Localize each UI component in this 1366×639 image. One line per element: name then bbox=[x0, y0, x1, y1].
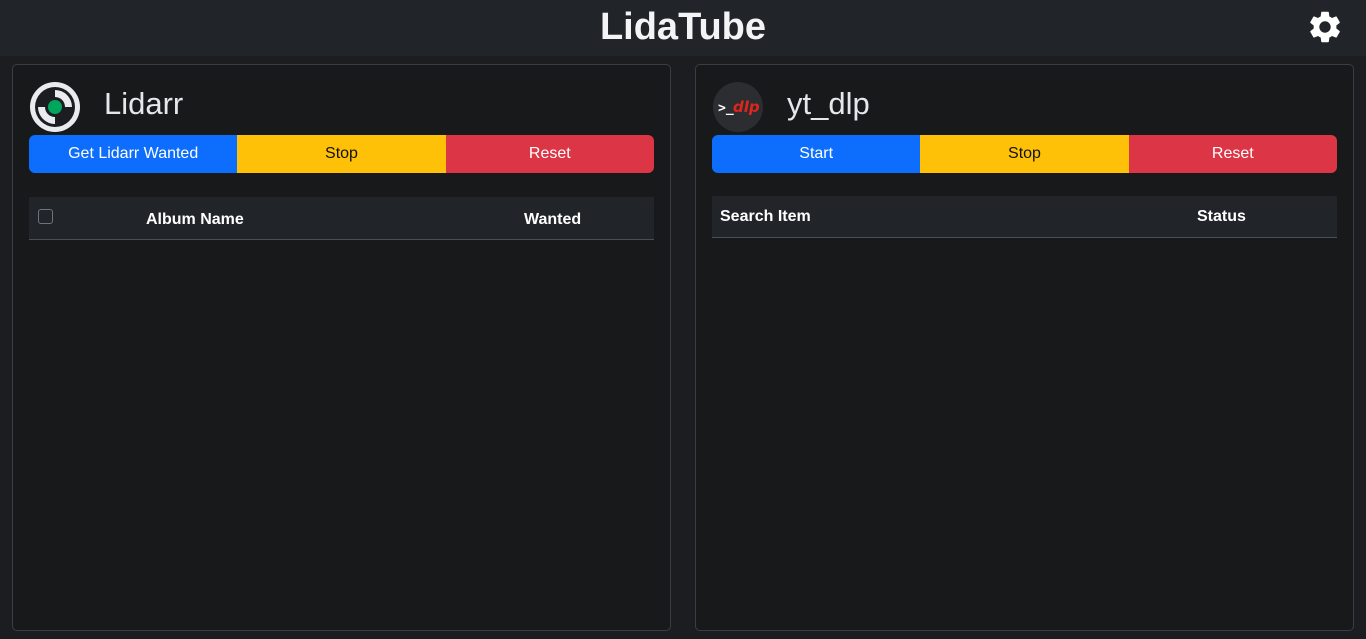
ytdlp-logo-prompt: >_ bbox=[718, 101, 734, 116]
lidarr-button-group: Get Lidarr Wanted Stop Reset bbox=[29, 135, 654, 173]
ytdlp-button-group: Start Stop Reset bbox=[712, 135, 1337, 173]
ytdlp-table-header: Search Item Status bbox=[712, 196, 1337, 238]
lidarr-logo-icon bbox=[30, 82, 80, 132]
ytdlp-logo-text: dlp bbox=[733, 98, 760, 116]
ytdlp-panel: >_ dlp yt_dlp Start Stop Reset Search It… bbox=[695, 64, 1354, 631]
top-navbar: LidaTube bbox=[0, 0, 1366, 56]
ytdlp-logo-icon: >_ dlp bbox=[713, 82, 763, 132]
column-header-search-item: Search Item bbox=[720, 208, 811, 225]
start-button[interactable]: Start bbox=[712, 135, 921, 173]
lidarr-title: Lidarr bbox=[104, 86, 184, 121]
lidarr-stop-button[interactable]: Stop bbox=[237, 135, 446, 173]
ytdlp-reset-button[interactable]: Reset bbox=[1128, 135, 1337, 173]
gear-icon[interactable] bbox=[1306, 8, 1344, 46]
lidarr-table-header: Album Name Wanted bbox=[29, 197, 654, 240]
ytdlp-title: yt_dlp bbox=[787, 86, 870, 121]
ytdlp-stop-button[interactable]: Stop bbox=[920, 135, 1129, 173]
select-all-checkbox[interactable] bbox=[38, 209, 53, 224]
get-lidarr-wanted-button[interactable]: Get Lidarr Wanted bbox=[29, 135, 238, 173]
app-title: LidaTube bbox=[599, 6, 767, 48]
column-header-wanted: Wanted bbox=[524, 211, 582, 228]
lidarr-reset-button[interactable]: Reset bbox=[445, 135, 654, 173]
column-header-album-name: Album Name bbox=[146, 211, 244, 228]
lidarr-panel: Lidarr Get Lidarr Wanted Stop Reset Albu… bbox=[12, 64, 671, 631]
column-header-status: Status bbox=[1197, 208, 1246, 225]
